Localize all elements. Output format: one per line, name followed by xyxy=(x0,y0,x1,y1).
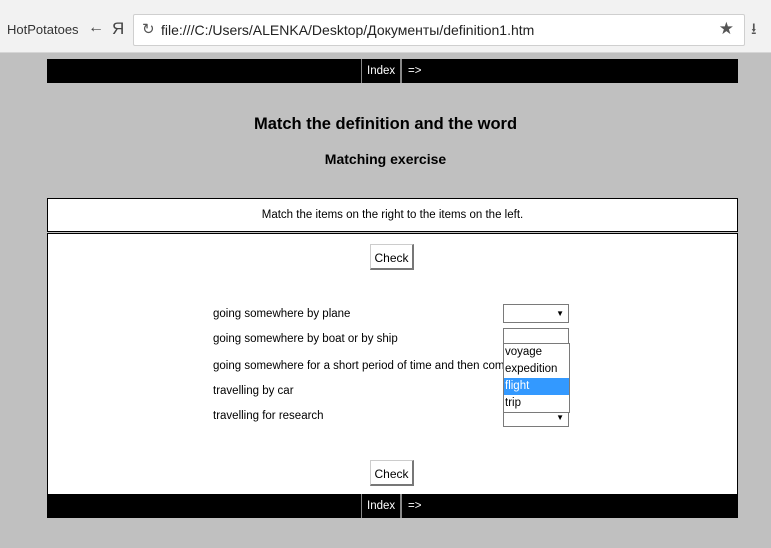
check-button-top[interactable]: Check xyxy=(370,244,414,270)
url-text[interactable]: file:///C:/Users/ALENKA/Desktop/Документ… xyxy=(161,22,534,38)
dropdown-option[interactable]: expedition xyxy=(504,361,569,378)
dropdown-list[interactable]: voyage expedition flight trip xyxy=(503,343,570,413)
item-label-1: going somewhere by plane xyxy=(213,308,351,320)
page-subtitle: Matching exercise xyxy=(324,151,447,167)
dropdown-option[interactable]: trip xyxy=(504,395,569,412)
index-link[interactable]: Index xyxy=(361,59,402,83)
page-title: Match the definition and the word xyxy=(253,115,518,133)
download-icon[interactable]: ⭳ xyxy=(751,18,757,45)
exercise-panel: Check going somewhere by plane going som… xyxy=(47,233,738,495)
index-link[interactable]: Index xyxy=(361,494,402,518)
item-label-2: going somewhere by boat or by ship xyxy=(213,333,398,345)
dropdown-option[interactable]: voyage xyxy=(504,344,569,361)
top-nav-bar: Index => xyxy=(47,59,738,83)
app-name: HotPotatoes xyxy=(7,22,79,37)
dropdown-option-selected[interactable]: flight xyxy=(504,378,569,395)
bookmark-star-icon[interactable]: ★ xyxy=(719,19,734,39)
browser-toolbar: HotPotatoes ← Я ↻ file:///C:/Users/ALENK… xyxy=(0,0,771,53)
instructions-box: Match the items on the right to the item… xyxy=(47,198,738,232)
item-label-3: going somewhere for a short period of ti… xyxy=(213,360,548,372)
answer-select-1[interactable]: ▼ xyxy=(503,304,569,323)
bottom-nav-bar: Index => xyxy=(47,494,738,518)
next-link[interactable]: => xyxy=(401,59,427,83)
next-link[interactable]: => xyxy=(401,494,427,518)
reload-icon[interactable]: ↻ xyxy=(142,20,155,38)
address-bar[interactable]: ↻ file:///C:/Users/ALENKA/Desktop/Докуме… xyxy=(133,14,745,46)
item-label-4: travelling by car xyxy=(213,385,294,397)
chevron-down-icon: ▼ xyxy=(556,309,564,318)
item-label-5: travelling for research xyxy=(213,410,324,422)
back-arrow-icon[interactable]: ← xyxy=(88,19,104,37)
check-button-bottom[interactable]: Check xyxy=(370,460,414,486)
yandex-logo-icon[interactable]: Я xyxy=(112,19,124,39)
